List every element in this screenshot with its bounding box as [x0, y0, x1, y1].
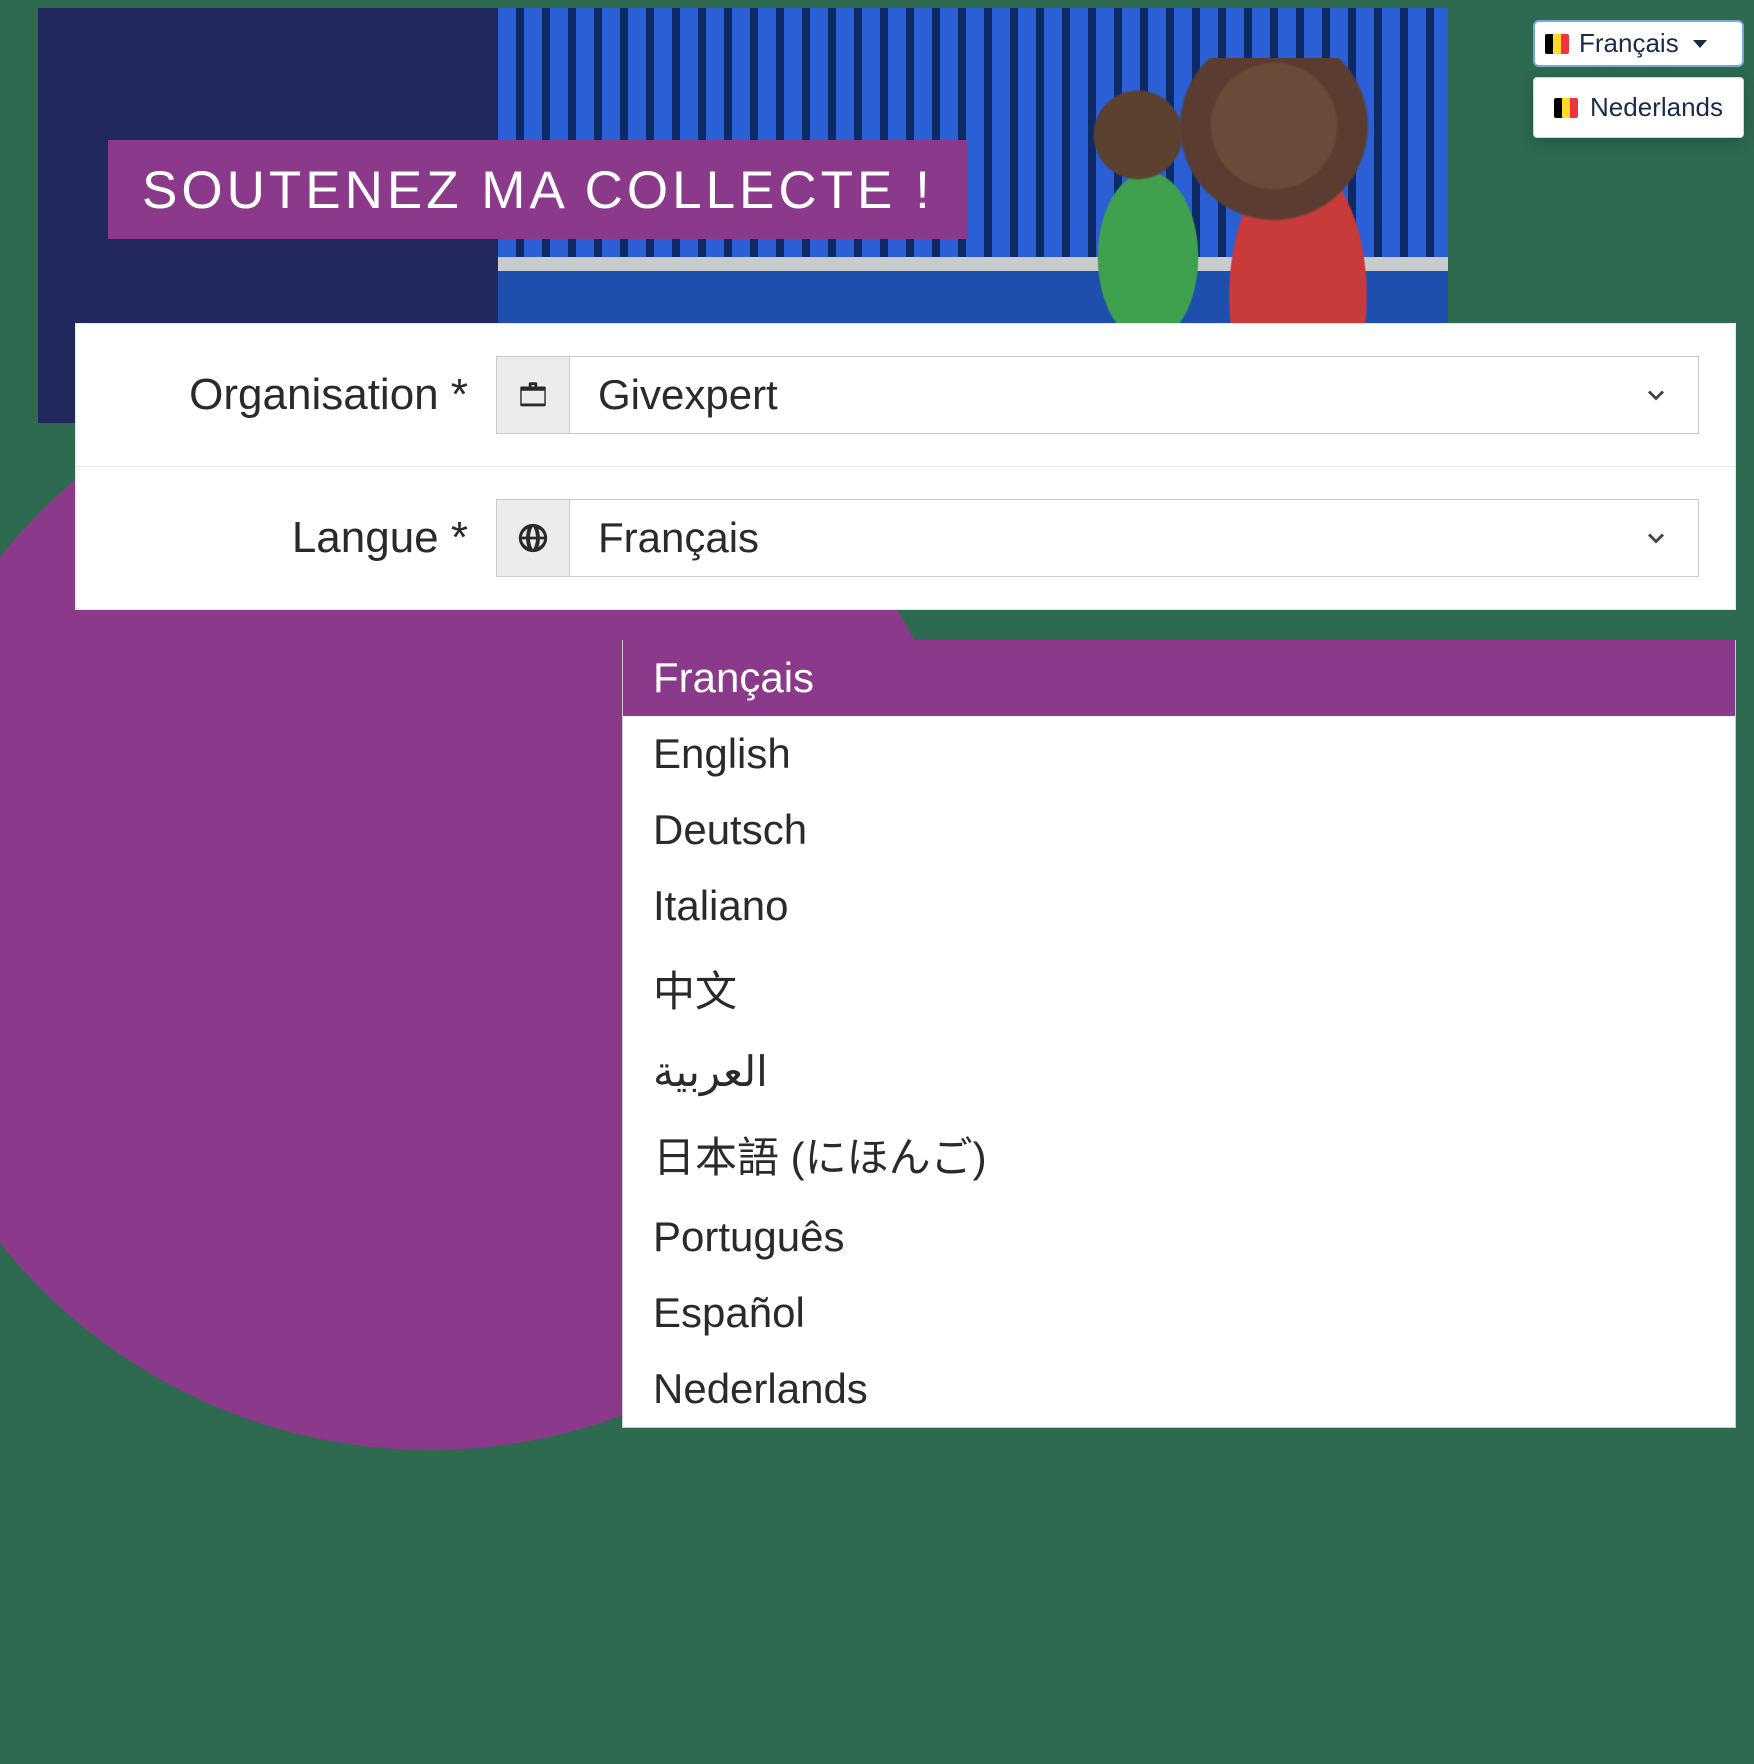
globe-icon: [496, 499, 570, 577]
briefcase-icon: [496, 356, 570, 434]
flag-be-icon: [1545, 34, 1569, 54]
langue-value: Français: [598, 514, 759, 562]
row-langue: Langue * Français: [76, 467, 1735, 609]
langue-option[interactable]: Português: [623, 1199, 1735, 1275]
organisation-select[interactable]: Givexpert: [570, 356, 1699, 434]
langue-option[interactable]: English: [623, 716, 1735, 792]
site-language-picker: Français Nederlands: [1533, 20, 1744, 138]
langue-option[interactable]: العربية: [623, 1033, 1735, 1110]
hero-person-child: [1048, 88, 1248, 348]
label-langue: Langue *: [108, 513, 468, 563]
langue-option[interactable]: Français: [623, 640, 1735, 716]
chevron-down-icon: [1642, 514, 1670, 562]
flag-be-icon: [1554, 98, 1578, 118]
chevron-down-icon: [1642, 371, 1670, 419]
row-organisation: Organisation * Givexpert: [76, 324, 1735, 467]
label-organisation: Organisation *: [108, 370, 468, 420]
langue-select[interactable]: Français: [570, 499, 1699, 577]
caret-down-icon: [1693, 40, 1707, 48]
organisation-value: Givexpert: [598, 371, 778, 419]
site-language-option-label: Nederlands: [1590, 92, 1723, 123]
langue-option[interactable]: 日本語 (にほんご): [623, 1110, 1735, 1199]
langue-dropdown: FrançaisEnglishDeutschItaliano中文العربية日…: [622, 640, 1736, 1428]
site-language-current-label: Français: [1579, 28, 1679, 59]
langue-option[interactable]: Nederlands: [623, 1351, 1735, 1427]
site-language-option[interactable]: Nederlands: [1533, 77, 1744, 138]
langue-option[interactable]: 中文: [623, 944, 1735, 1033]
form-card: Organisation * Givexpert Langue * França…: [75, 323, 1736, 610]
site-language-current[interactable]: Français: [1533, 20, 1744, 67]
hero-title: SOUTENEZ MA COLLECTE !: [108, 140, 968, 239]
langue-option[interactable]: Español: [623, 1275, 1735, 1351]
langue-option[interactable]: Deutsch: [623, 792, 1735, 868]
langue-option[interactable]: Italiano: [623, 868, 1735, 944]
